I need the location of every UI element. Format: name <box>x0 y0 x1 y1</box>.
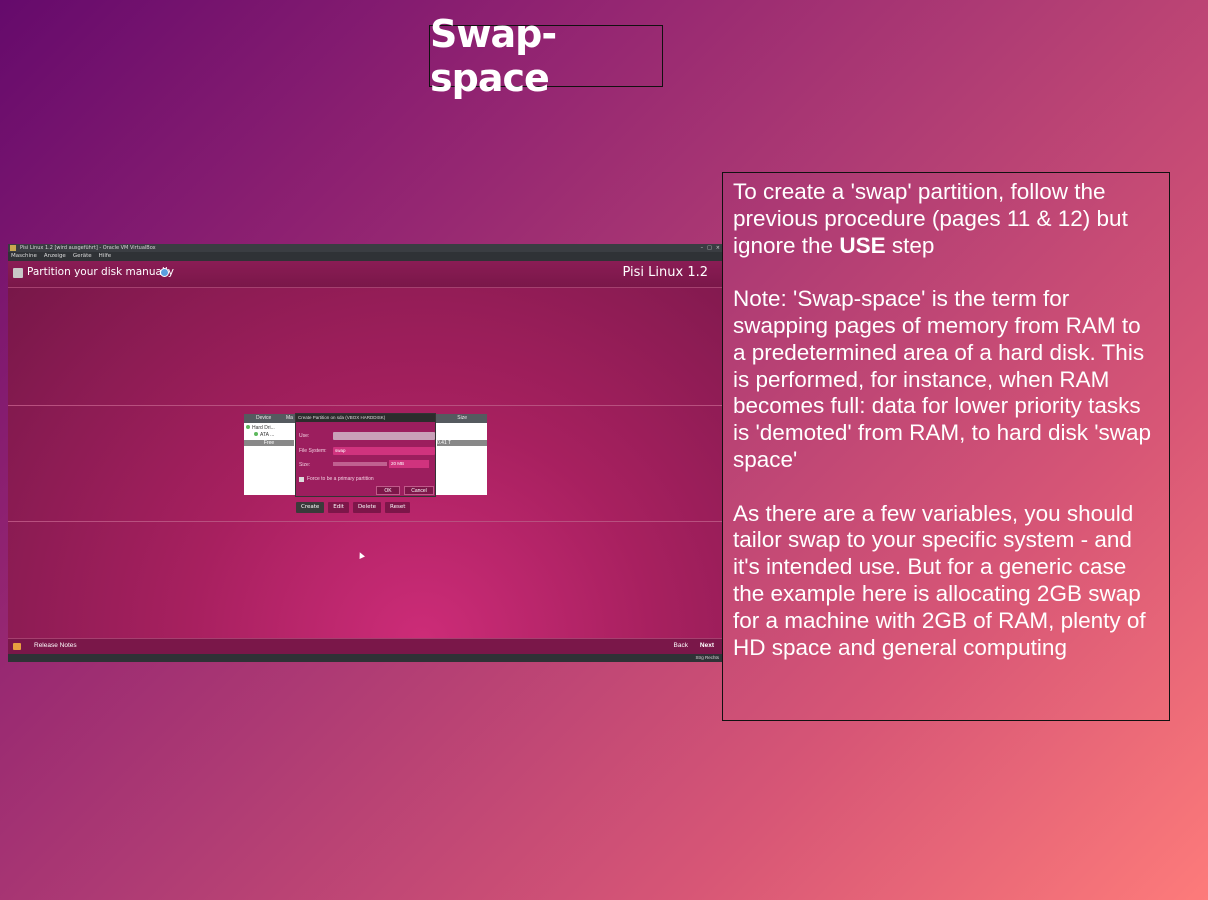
virtualbox-statusbar: Strg Rechts <box>8 654 722 662</box>
primary-partition-label: Force to be a primary partition <box>307 476 374 482</box>
menu-geraete[interactable]: Geräte <box>73 252 92 261</box>
divider <box>8 521 722 522</box>
dialog-title: Create Partition on sda (VBOX HARDDISK) <box>296 414 435 422</box>
window-controls: – □ × <box>701 244 720 252</box>
partition-icon <box>13 268 23 278</box>
menu-maschine[interactable]: Maschine <box>11 252 37 261</box>
installer-screenshot: Pisi Linux 1.2 [wird ausgeführt] - Oracl… <box>8 244 722 662</box>
window-title: Pisi Linux 1.2 [wird ausgeführt] - Oracl… <box>20 245 156 251</box>
edit-button[interactable]: Edit <box>328 502 349 513</box>
next-button[interactable]: Next <box>700 642 714 649</box>
size-label: Size: <box>299 462 311 468</box>
disk-icon <box>254 432 258 436</box>
back-button[interactable]: Back <box>674 642 688 649</box>
release-notes-button[interactable]: Release Notes <box>34 642 77 649</box>
create-button[interactable]: Create <box>296 502 325 513</box>
col-device: Device <box>256 415 272 421</box>
partition-actions: Create Edit Delete Reset <box>296 502 411 513</box>
table-row[interactable]: Hard Dri... <box>246 425 296 431</box>
menu-hilfe[interactable]: Hilfe <box>99 252 112 261</box>
menu-anzeige[interactable]: Anzeige <box>44 252 66 261</box>
release-notes-icon <box>13 643 21 650</box>
divider <box>8 405 722 406</box>
virtualbox-icon <box>10 245 16 251</box>
close-button[interactable]: × <box>716 244 720 252</box>
paragraph-procedure: To create a 'swap' partition, follow the… <box>733 179 1128 258</box>
distro-brand: Pisi Linux 1.2 <box>622 265 708 280</box>
use-select[interactable] <box>333 432 435 440</box>
disk-icon <box>246 425 250 429</box>
help-icon[interactable] <box>160 268 169 277</box>
col-ma: Ma <box>286 415 293 421</box>
size-slider[interactable] <box>333 462 387 466</box>
virtualbox-menubar: Maschine Anzeige Geräte Hilfe <box>8 252 722 261</box>
installer-header: Partition your disk manually Pisi Linux … <box>8 261 722 288</box>
installer-page-title: Partition your disk manually <box>27 266 174 278</box>
col-size: Size <box>457 415 467 421</box>
cancel-button[interactable]: Cancel <box>404 486 434 495</box>
minimize-button[interactable]: – <box>701 244 704 252</box>
reset-button[interactable]: Reset <box>385 502 411 513</box>
size-spinbox[interactable]: 20 MB <box>389 460 429 468</box>
mouse-cursor-icon <box>357 551 365 559</box>
virtualbox-titlebar: Pisi Linux 1.2 [wird ausgeführt] - Oracl… <box>8 244 722 252</box>
paragraph-note: Note: 'Swap-space' is the term for swapp… <box>733 286 1152 472</box>
free-space-row[interactable]: Free <box>244 440 294 446</box>
paragraph-variables: As there are a few variables, you should… <box>733 500 1146 660</box>
free-space-size: 0.41 T <box>437 440 487 446</box>
installer-footer: Release Notes Back Next <box>8 638 722 655</box>
create-partition-dialog: Create Partition on sda (VBOX HARDDISK) … <box>295 413 436 497</box>
slide-title: Swap-space <box>429 12 663 100</box>
use-keyword: USE <box>839 232 886 258</box>
filesystem-label: File System: <box>299 448 327 454</box>
maximize-button[interactable]: □ <box>707 244 712 252</box>
ok-button[interactable]: OK <box>376 486 400 495</box>
filesystem-select[interactable]: swap <box>333 447 435 455</box>
delete-button[interactable]: Delete <box>352 502 382 513</box>
description-box: To create a 'swap' partition, follow the… <box>722 172 1170 721</box>
primary-partition-checkbox[interactable] <box>299 477 304 482</box>
use-label: Use: <box>299 433 310 439</box>
